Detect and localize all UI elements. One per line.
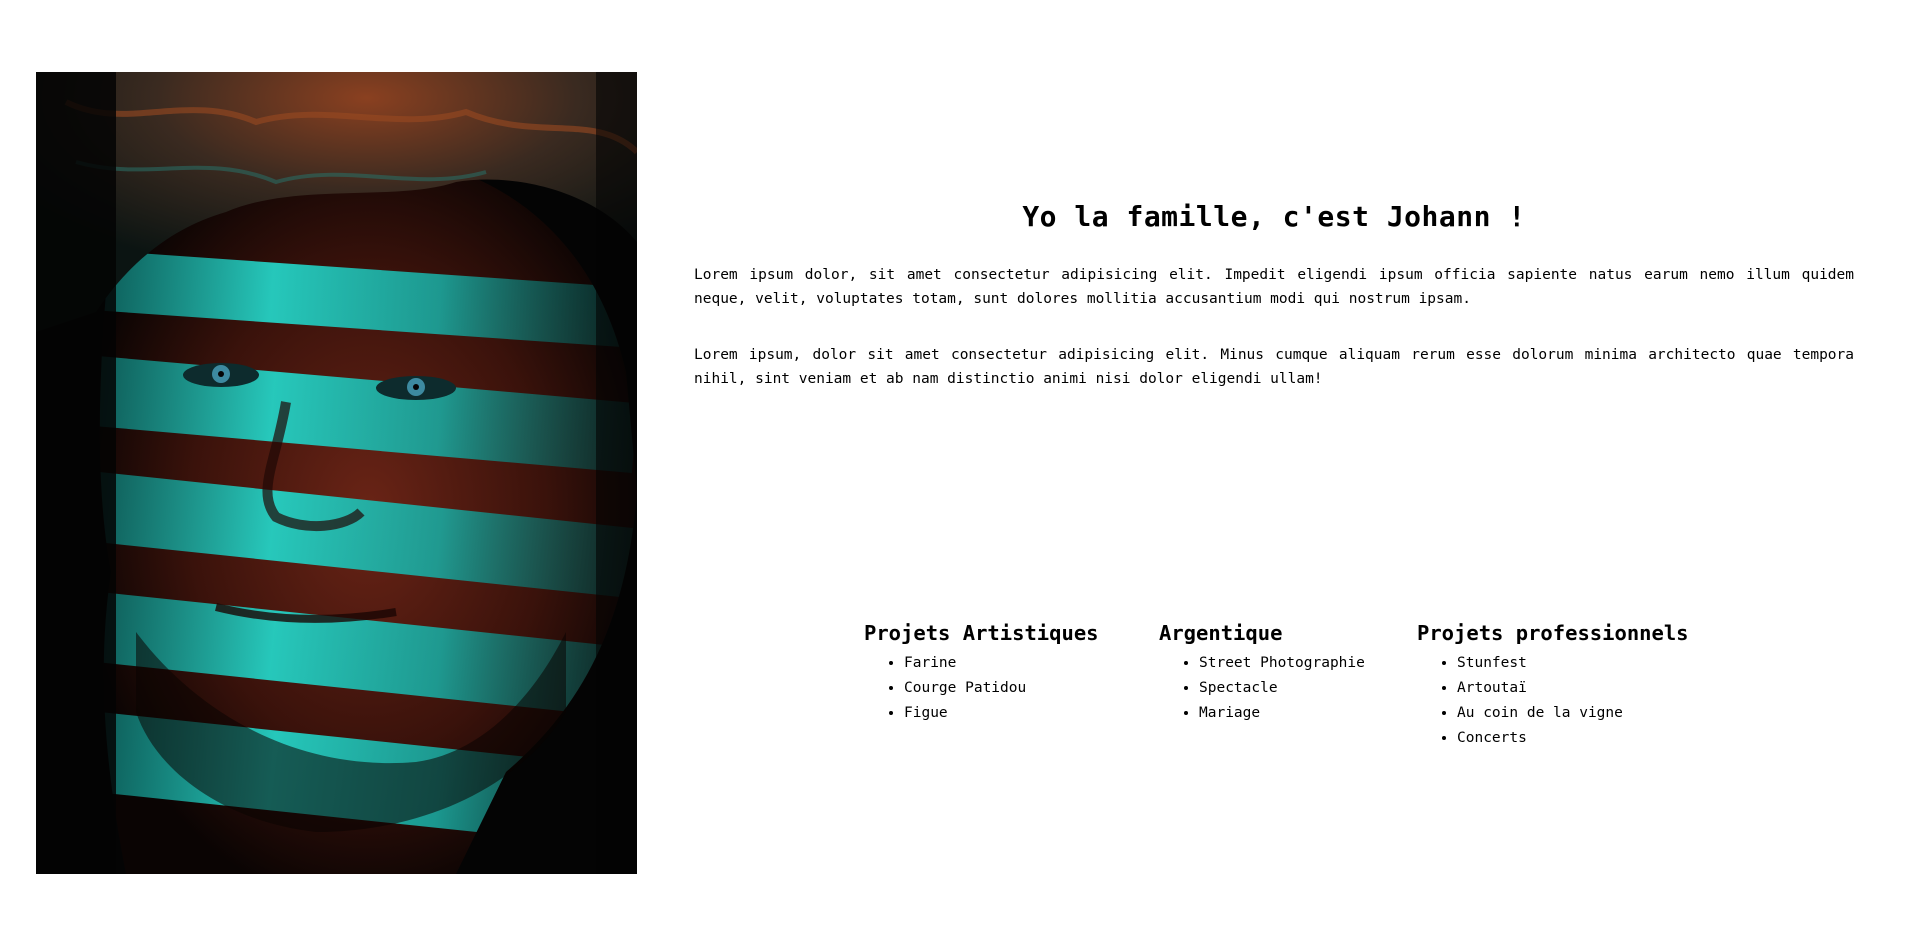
- project-item-figue[interactable]: Figue: [904, 701, 1159, 726]
- intro-section: Yo la famille, c'est Johann ! Lorem ipsu…: [694, 200, 1854, 423]
- portrait-photo-icon: [36, 72, 637, 874]
- projects-section: Projets Artistiques Farine Courge Patido…: [864, 621, 1717, 751]
- page-title: Yo la famille, c'est Johann !: [1022, 200, 1526, 233]
- project-column-title: Argentique: [1159, 621, 1283, 645]
- portrait-image: [36, 72, 637, 874]
- project-list: Stunfest Artoutaï Au coin de la vigne Co…: [1417, 651, 1717, 751]
- project-item-artoutai[interactable]: Artoutaï: [1457, 676, 1717, 701]
- project-column-title: Projets Artistiques: [864, 621, 1099, 645]
- project-item-mariage[interactable]: Mariage: [1199, 701, 1417, 726]
- project-item-au-coin-de-la-vigne[interactable]: Au coin de la vigne: [1457, 701, 1717, 726]
- project-column-argentique: Argentique Street Photographie Spectacle…: [1159, 621, 1417, 751]
- project-item-stunfest[interactable]: Stunfest: [1457, 651, 1717, 676]
- project-item-farine[interactable]: Farine: [904, 651, 1159, 676]
- project-item-courge-patidou[interactable]: Courge Patidou: [904, 676, 1159, 701]
- project-column-professionnels: Projets professionnels Stunfest Artoutaï…: [1417, 621, 1717, 751]
- project-column-title: Projets professionnels: [1417, 621, 1689, 645]
- project-list: Street Photographie Spectacle Mariage: [1159, 651, 1417, 726]
- project-item-concerts[interactable]: Concerts: [1457, 726, 1717, 751]
- intro-paragraph-2: Lorem ipsum, dolor sit amet consectetur …: [694, 347, 1854, 387]
- project-column-artistiques: Projets Artistiques Farine Courge Patido…: [864, 621, 1159, 751]
- project-item-street-photographie[interactable]: Street Photographie: [1199, 651, 1417, 676]
- intro-paragraph-1: Lorem ipsum dolor, sit amet consectetur …: [694, 267, 1854, 307]
- project-item-spectacle[interactable]: Spectacle: [1199, 676, 1417, 701]
- project-list: Farine Courge Patidou Figue: [864, 651, 1159, 726]
